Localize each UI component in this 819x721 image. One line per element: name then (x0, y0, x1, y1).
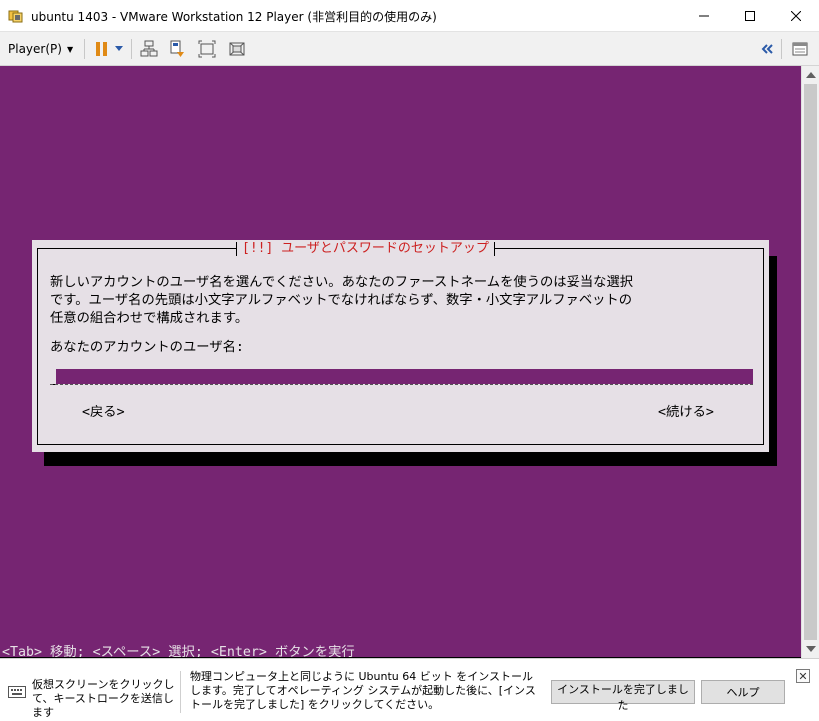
library-icon (792, 42, 808, 56)
maximize-button[interactable] (727, 0, 773, 31)
collapse-toolbar-button[interactable] (757, 39, 777, 59)
notify-divider (180, 671, 181, 713)
pause-icon (96, 42, 107, 56)
dialog-description: 新しいアカウントのユーザ名を選んでください。あなたのファーストネームを使うのは妥… (50, 275, 634, 326)
continue-button[interactable]: <続ける> (658, 401, 714, 420)
send-ctrl-alt-del-icon (170, 40, 184, 57)
player-toolbar: Player(P) ▼ (0, 32, 819, 66)
player-menu-label: Player(P) (8, 42, 62, 56)
scroll-thumb[interactable] (804, 84, 817, 640)
send-ctrl-alt-del-button[interactable] (167, 39, 187, 59)
title-bar: ubuntu 1403 - VMware Workstation 12 Play… (0, 0, 819, 32)
unity-icon (229, 42, 245, 56)
help-button[interactable]: ヘルプ (701, 680, 785, 704)
username-input[interactable] (56, 369, 753, 384)
collapse-icon (761, 44, 773, 54)
window-title: ubuntu 1403 - VMware Workstation 12 Play… (31, 10, 437, 24)
toolbar-divider (131, 39, 132, 59)
toolbar-divider (781, 39, 782, 59)
vmware-player-icon (8, 10, 23, 23)
maximize-icon (745, 10, 755, 21)
fit-guest-button[interactable] (197, 39, 217, 59)
keyboard-help-line: <Tab> 移動; <スペース> 選択; <Enter> ボタンを実行 (2, 645, 355, 658)
click-hint-text: 仮想スクリーンをクリックして、キーストロークを送信します (32, 678, 175, 719)
toolbar-divider (84, 39, 85, 59)
dialog-title: [!!] ユーザとパスワードのセットアップ (236, 240, 495, 258)
dismiss-icon[interactable]: ✕ (796, 669, 810, 683)
text-cursor (50, 371, 55, 385)
pause-button[interactable] (92, 39, 112, 59)
player-menu[interactable]: Player(P) ▼ (8, 40, 73, 58)
install-instructions: 物理コンピュータ上と同じように Ubuntu 64 ビット をインストールします… (190, 670, 536, 711)
minimize-button[interactable] (681, 0, 727, 31)
input-underline (50, 384, 753, 385)
chevron-down-icon: ▼ (66, 44, 74, 54)
install-hint-bar: 仮想スクリーンをクリックして、キーストロークを送信します 物理コンピュータ上と同… (0, 658, 819, 721)
installer-dialog: [!!] ユーザとパスワードのセットアップ 新しいアカウントのユーザ名を選んでく… (32, 240, 769, 452)
vm-console[interactable]: [!!] ユーザとパスワードのセットアップ 新しいアカウントのユーザ名を選んでく… (0, 66, 801, 658)
close-button[interactable] (773, 0, 819, 31)
minimize-icon (699, 15, 709, 16)
pause-dropdown[interactable] (112, 39, 126, 59)
library-button[interactable] (790, 39, 810, 59)
fit-guest-icon (198, 40, 216, 58)
dropdown-caret-icon (115, 46, 123, 51)
scroll-down-icon[interactable] (806, 646, 816, 652)
keyboard-icon (8, 686, 26, 698)
username-label: あなたのアカウントのユーザ名: (50, 340, 244, 355)
network-devices-icon (140, 40, 158, 57)
removable-devices-button[interactable] (139, 39, 159, 59)
close-icon (791, 10, 801, 21)
vertical-scrollbar[interactable] (801, 66, 819, 658)
back-button[interactable]: <戻る> (82, 401, 125, 420)
scroll-up-icon[interactable] (806, 72, 816, 78)
finish-install-button[interactable]: インストールを完了しました (551, 680, 695, 712)
unity-button[interactable] (227, 39, 247, 59)
